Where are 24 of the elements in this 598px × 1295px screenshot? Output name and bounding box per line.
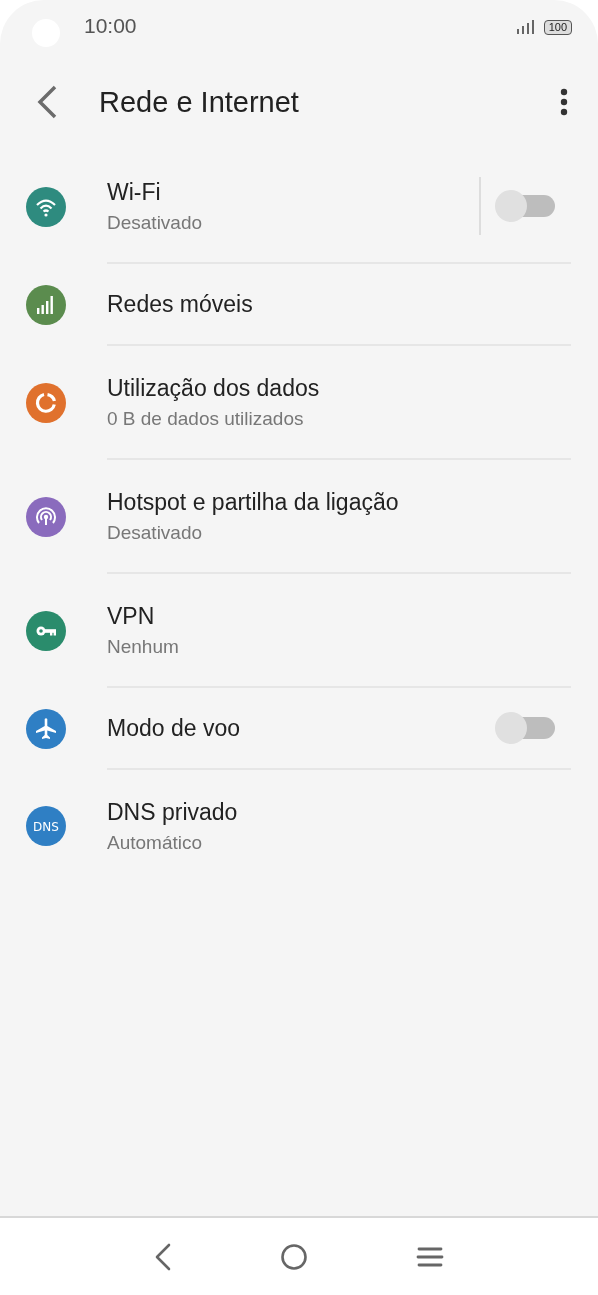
setting-summary: 0 B de dados utilizados <box>107 407 305 430</box>
setting-title[interactable]: Modo de voo <box>107 714 495 742</box>
back-icon[interactable] <box>154 1242 172 1271</box>
menu-icon[interactable] <box>416 1245 444 1268</box>
setting-title[interactable]: VPN <box>107 602 571 630</box>
dns-badge: DNS <box>26 806 66 846</box>
battery-icon: 100 <box>543 19 572 35</box>
signal-icon <box>515 19 536 35</box>
page-title: Rede e Internet <box>99 85 300 119</box>
home-icon[interactable] <box>280 1242 308 1271</box>
back-icon[interactable] <box>35 85 59 119</box>
setting-title[interactable]: Hotspot e partilha da ligação <box>107 488 571 516</box>
setting-title[interactable]: Utilização dos dados <box>107 374 571 402</box>
setting-title[interactable]: DNS privado <box>107 798 571 826</box>
setting-summary: Nenhum <box>107 635 180 658</box>
status-time: 10:00 <box>84 14 137 38</box>
setting-summary: Desativado <box>107 211 204 234</box>
setting-summary: Automático <box>107 831 204 854</box>
more-options-icon[interactable] <box>560 88 568 116</box>
toggle-switch[interactable] <box>495 190 555 222</box>
setting-title[interactable]: Redes móveis <box>107 290 571 318</box>
setting-title[interactable]: Wi-Fi <box>107 178 479 206</box>
setting-summary: Desativado <box>107 521 204 544</box>
toggle-switch[interactable] <box>495 712 555 744</box>
